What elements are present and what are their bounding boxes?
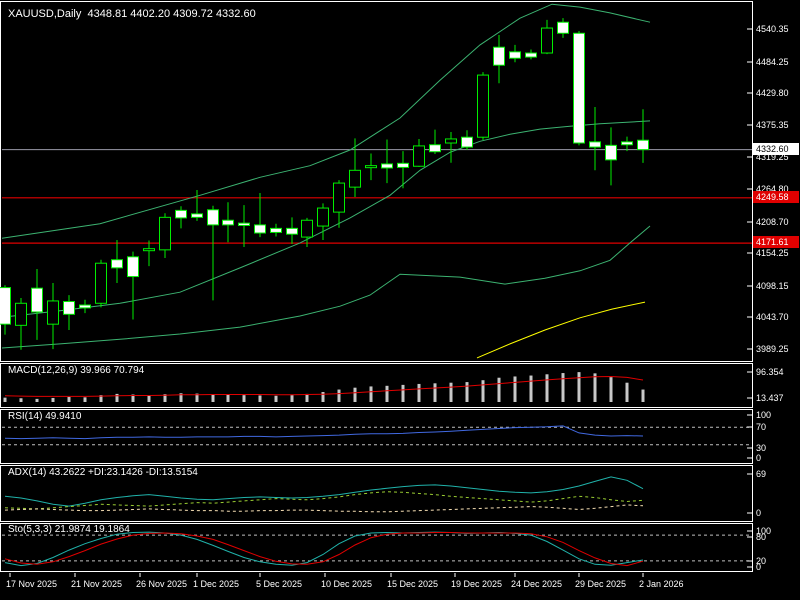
date-tick-label: 15 Dec 2025 xyxy=(387,579,438,589)
price-tick-label: 4540.35 xyxy=(756,24,789,34)
resistance-price-badge: 4249.58 xyxy=(753,191,799,203)
indicator-tick-label: 30 xyxy=(756,443,766,453)
indicator-tick-label: 0 xyxy=(756,453,761,463)
stochastic-label: Sto(5,3,3) 21.9874 19.1864 xyxy=(8,524,130,535)
main-price-panel[interactable] xyxy=(0,1,753,362)
indicator-tick-label: 96.354 xyxy=(756,367,784,377)
price-tick-label: 4375.35 xyxy=(756,120,789,130)
date-tick-label: 19 Dec 2025 xyxy=(451,579,502,589)
current-price-badge: 4332.60 xyxy=(753,143,799,155)
price-tick-label: 4043.70 xyxy=(756,312,789,322)
date-tick-label: 21 Nov 2025 xyxy=(71,579,122,589)
price-tick-label: 4484.25 xyxy=(756,57,789,67)
price-tick-label: 4098.15 xyxy=(756,281,789,291)
chart-title: XAUUSD,Daily 4348.81 4402.20 4309.72 433… xyxy=(8,8,256,20)
rsi-label: RSI(14) 49.9410 xyxy=(8,411,81,422)
indicator-tick-label: 0 xyxy=(756,508,761,518)
date-tick-label: 2 Jan 2026 xyxy=(639,579,684,589)
indicator-tick-label: 69 xyxy=(756,469,766,479)
symbol-timeframe: XAUUSD,Daily xyxy=(8,8,81,20)
ohlc-readout: 4348.81 4402.20 4309.72 4332.60 xyxy=(87,8,255,20)
price-tick-label: 3989.25 xyxy=(756,344,789,354)
adx-label: ADX(14) 43.2622 +DI:23.1426 -DI:13.5154 xyxy=(8,467,198,478)
indicator-tick-label: 70 xyxy=(756,422,766,432)
price-tick-label: 4429.80 xyxy=(756,88,789,98)
price-tick-label: 4208.70 xyxy=(756,217,789,227)
date-tick-label: 24 Dec 2025 xyxy=(511,579,562,589)
date-tick-label: 26 Nov 2025 xyxy=(136,579,187,589)
date-tick-label: 5 Dec 2025 xyxy=(256,579,302,589)
indicator-tick-label: 100 xyxy=(756,410,771,420)
date-tick-label: 17 Nov 2025 xyxy=(6,579,57,589)
indicator-tick-label: 80 xyxy=(756,532,766,542)
rsi-panel[interactable] xyxy=(0,409,753,464)
indicator-tick-label: 0 xyxy=(756,562,761,572)
price-tick-label: 4154.25 xyxy=(756,248,789,258)
date-tick-label: 1 Dec 2025 xyxy=(193,579,239,589)
indicator-tick-label: 13.437 xyxy=(756,393,784,403)
date-tick-label: 10 Dec 2025 xyxy=(321,579,372,589)
date-tick-label: 29 Dec 2025 xyxy=(575,579,626,589)
support-price-badge: 4171.61 xyxy=(753,236,799,248)
trading-chart-window: XAUUSD,Daily 4348.81 4402.20 4309.72 433… xyxy=(0,0,800,600)
macd-label: MACD(12,26,9) 39.966 70.794 xyxy=(8,365,144,376)
